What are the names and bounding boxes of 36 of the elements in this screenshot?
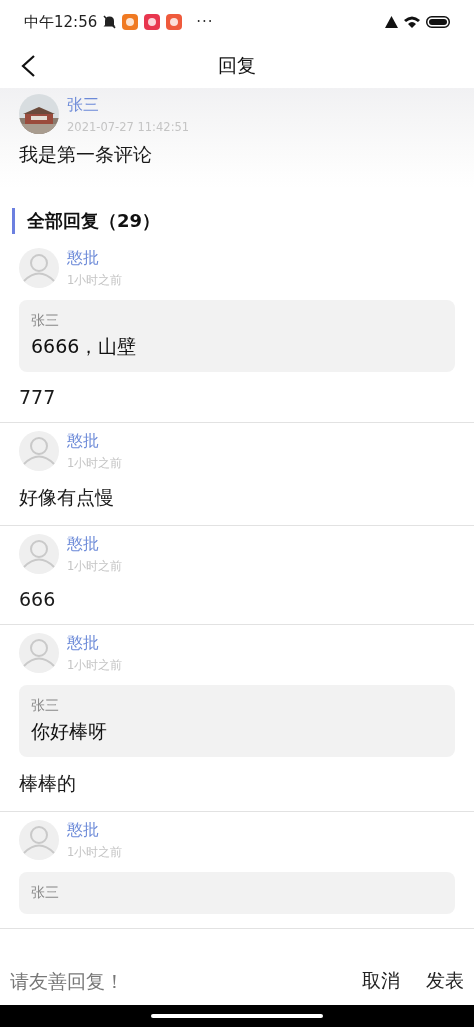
reply-input[interactable]: 请友善回复！ <box>8 969 336 993</box>
quoted-author: 张三 <box>31 884 60 902</box>
quoted-text: 你好棒呀 <box>31 719 108 744</box>
reply-text: 棒棒的 <box>19 771 77 796</box>
reply-text: 好像有点慢 <box>19 485 115 510</box>
avatar-icon <box>19 534 59 574</box>
section-title: 全部回复（29） <box>27 209 161 233</box>
author-name[interactable]: 憨批 <box>67 633 123 654</box>
comment-text: 我是第一条评论 <box>19 142 153 167</box>
alert-icon <box>385 16 398 28</box>
bell-muted-icon <box>103 15 117 29</box>
quoted-author: 张三 <box>31 697 60 715</box>
avatar-icon <box>19 820 59 860</box>
reply-text: 777 <box>19 386 57 408</box>
author-name[interactable]: 憨批 <box>67 431 123 452</box>
publish-button[interactable]: 发表 <box>426 968 464 994</box>
avatar-icon <box>19 248 59 288</box>
more-notifications: ··· <box>196 13 214 31</box>
back-icon[interactable] <box>20 54 36 78</box>
wifi-icon <box>404 16 420 28</box>
battery-icon <box>426 16 450 28</box>
app-icon <box>122 14 139 30</box>
avatar-icon <box>19 633 59 673</box>
quoted-text: 6666，山壁 <box>31 334 138 359</box>
author-name[interactable]: 憨批 <box>67 248 123 269</box>
author-name[interactable]: 憨批 <box>67 820 123 841</box>
page-title: 回复 <box>218 53 256 78</box>
avatar-icon <box>19 431 59 471</box>
app-icon <box>166 14 183 30</box>
app-icon <box>144 14 161 30</box>
status-time: 中午12:56 <box>24 12 98 32</box>
cancel-button[interactable]: 取消 <box>362 968 400 994</box>
reply-text: 666 <box>19 588 57 610</box>
author-name[interactable]: 张三 <box>67 94 190 116</box>
author-name[interactable]: 憨批 <box>67 534 123 555</box>
quoted-author: 张三 <box>31 312 60 330</box>
